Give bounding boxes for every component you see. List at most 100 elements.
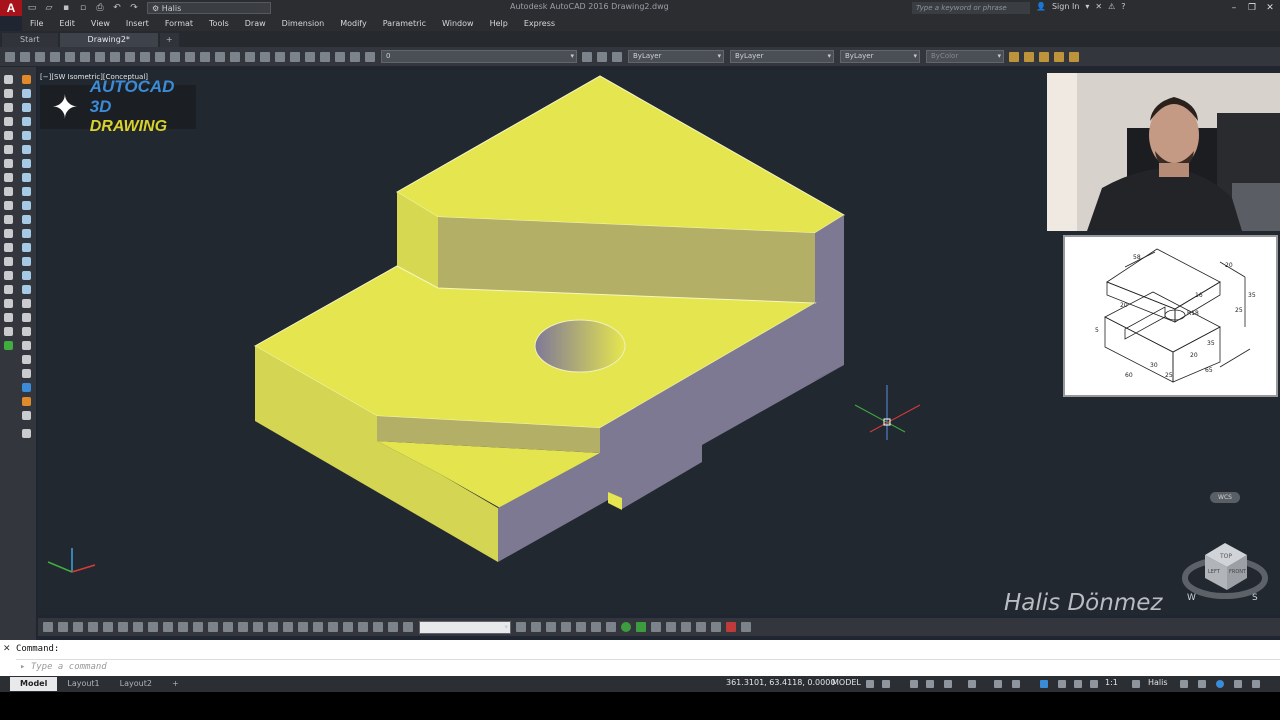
snap-tool-4-icon[interactable] xyxy=(561,622,571,632)
autocad-logo-button[interactable]: A xyxy=(0,0,22,16)
polyline-tool-icon[interactable] xyxy=(4,103,13,112)
view-tool-5-icon[interactable] xyxy=(103,622,113,632)
search-input[interactable]: Type a keyword or phrase xyxy=(912,2,1030,14)
plotstyle-dropdown[interactable]: ByColor xyxy=(926,50,1004,63)
view-tool-25-icon[interactable] xyxy=(403,622,413,632)
snap-tool-11-icon[interactable] xyxy=(696,622,706,632)
menu-dimension[interactable]: Dimension xyxy=(274,19,333,28)
cart-icon[interactable]: ▾ xyxy=(1085,2,1089,11)
a360-icon[interactable]: ⚠ xyxy=(1108,2,1115,11)
scale-tool-icon[interactable] xyxy=(22,173,31,182)
view-tool-2-icon[interactable] xyxy=(58,622,68,632)
mtext-tool-icon[interactable] xyxy=(4,327,13,336)
save-toolbar-icon[interactable] xyxy=(35,51,45,62)
object-snap-icon[interactable] xyxy=(994,680,1002,688)
view-tool-23-icon[interactable] xyxy=(373,622,383,632)
view-tool-12-icon[interactable] xyxy=(208,622,218,632)
cut-icon[interactable] xyxy=(95,51,105,62)
array-tool-icon[interactable] xyxy=(22,131,31,140)
compass-south-label[interactable]: S xyxy=(1252,593,1258,603)
ortho-icon[interactable] xyxy=(910,680,918,688)
view-tool-24-icon[interactable] xyxy=(388,622,398,632)
table-style-icon[interactable] xyxy=(1039,51,1049,62)
view-dropdown[interactable] xyxy=(419,620,511,634)
view-tool-10-icon[interactable] xyxy=(178,622,188,632)
explode-tool-icon[interactable] xyxy=(22,285,31,294)
snap-tool-9-icon[interactable] xyxy=(666,622,676,632)
menu-view[interactable]: View xyxy=(83,19,118,28)
make-block-icon[interactable] xyxy=(4,243,13,252)
view-tool-4-icon[interactable] xyxy=(88,622,98,632)
subtract-tool-icon[interactable] xyxy=(22,341,31,350)
command-input[interactable]: ▸ Type a command xyxy=(16,659,1280,673)
region-tool-icon[interactable] xyxy=(4,299,13,308)
dim-style-icon[interactable] xyxy=(1024,51,1034,62)
box-tool-icon[interactable] xyxy=(22,299,31,308)
snap-none-icon[interactable] xyxy=(726,622,736,632)
menu-help[interactable]: Help xyxy=(482,19,516,28)
snap-tool-2-icon[interactable] xyxy=(531,622,541,632)
union-tool-icon[interactable] xyxy=(22,327,31,336)
menu-modify[interactable]: Modify xyxy=(332,19,375,28)
compass-west-label[interactable]: W xyxy=(1187,593,1196,603)
revcloud-tool-icon[interactable] xyxy=(4,173,13,182)
copy-icon[interactable] xyxy=(110,51,120,62)
copy-tool-icon[interactable] xyxy=(22,89,31,98)
point-tool-icon[interactable] xyxy=(4,257,13,266)
redo-icon[interactable]: ↷ xyxy=(127,2,141,14)
orbit-tool-icon[interactable] xyxy=(22,355,31,364)
table-tool-icon[interactable] xyxy=(4,313,13,322)
clean-screen-icon[interactable] xyxy=(1234,680,1242,688)
workspace-status[interactable]: Halis xyxy=(1148,678,1168,687)
snap-tool-7-icon[interactable] xyxy=(606,622,616,632)
upper-top-face[interactable] xyxy=(396,75,845,234)
add-layout-button[interactable]: + xyxy=(162,677,189,691)
menu-express[interactable]: Express xyxy=(516,19,563,28)
view-tool-3-icon[interactable] xyxy=(73,622,83,632)
view-tool-17-icon[interactable] xyxy=(283,622,293,632)
markup-icon[interactable] xyxy=(320,51,330,62)
grid-icon[interactable] xyxy=(866,680,874,688)
snap-tool-10-icon[interactable] xyxy=(681,622,691,632)
menu-draw[interactable]: Draw xyxy=(237,19,274,28)
menu-edit[interactable]: Edit xyxy=(51,19,83,28)
zoom-realtime-icon[interactable] xyxy=(215,51,225,62)
annotation-scale[interactable]: 1:1 xyxy=(1105,678,1118,687)
view-tool-6-icon[interactable] xyxy=(118,622,128,632)
layer-previous-icon[interactable] xyxy=(597,51,607,62)
rotate-tool-icon[interactable] xyxy=(22,159,31,168)
qnew-icon[interactable] xyxy=(5,51,15,62)
layer-state-icon[interactable] xyxy=(612,51,622,62)
zoom-window-icon[interactable] xyxy=(230,51,240,62)
preview-icon[interactable] xyxy=(65,51,75,62)
undo-toolbar-icon[interactable] xyxy=(170,51,180,62)
text-style-icon[interactable] xyxy=(1009,51,1019,62)
cylindrical-hole[interactable] xyxy=(534,319,626,373)
construction-line-icon[interactable] xyxy=(4,89,13,98)
menu-insert[interactable]: Insert xyxy=(118,19,157,28)
viewcube[interactable]: TOP LEFT FRONT W S xyxy=(1182,543,1268,603)
design-center-icon[interactable] xyxy=(275,51,285,62)
stretch-tool-icon[interactable] xyxy=(22,187,31,196)
command-close-button[interactable]: ✕ xyxy=(3,644,11,654)
polygon-tool-icon[interactable] xyxy=(4,117,13,126)
wcs-menu[interactable]: WCS xyxy=(1210,492,1240,503)
color-dropdown[interactable]: ByLayer xyxy=(628,50,724,63)
view-tool-21-icon[interactable] xyxy=(343,622,353,632)
viewcube-left-label[interactable]: LEFT xyxy=(1208,569,1221,575)
paste-icon[interactable] xyxy=(125,51,135,62)
view-tool-15-icon[interactable] xyxy=(253,622,263,632)
gradient-tool-icon[interactable] xyxy=(4,285,13,294)
camera-icon[interactable] xyxy=(22,429,31,438)
lights-icon[interactable] xyxy=(22,411,31,420)
hardware-acceleration-icon[interactable] xyxy=(1198,680,1206,688)
ellipse-arc-tool-icon[interactable] xyxy=(4,215,13,224)
view-tool-9-icon[interactable] xyxy=(163,622,173,632)
close-button[interactable]: ✕ xyxy=(1262,1,1278,14)
view-tool-7-icon[interactable] xyxy=(133,622,143,632)
tab-drawing2[interactable]: Drawing2* xyxy=(59,33,158,47)
break-tool-icon[interactable] xyxy=(22,229,31,238)
spline-tool-icon[interactable] xyxy=(4,187,13,196)
snap-tool-3-icon[interactable] xyxy=(546,622,556,632)
model-space-button[interactable]: MODEL xyxy=(832,678,861,687)
